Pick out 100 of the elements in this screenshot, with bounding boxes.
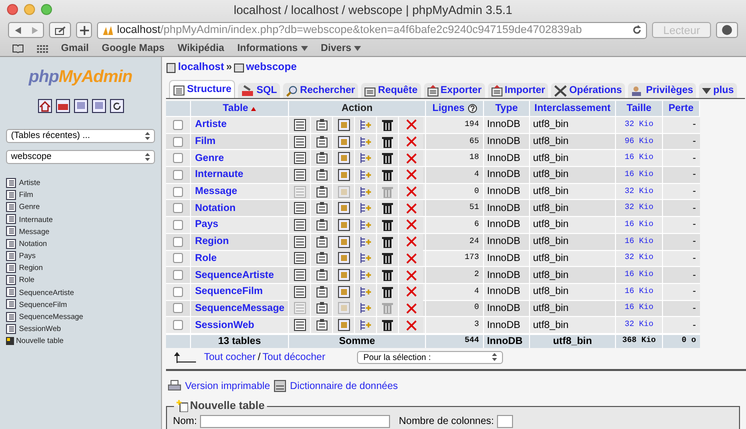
trash-icon[interactable] — [382, 168, 393, 181]
browse-icon[interactable] — [294, 218, 306, 231]
drop-icon[interactable] — [406, 286, 416, 298]
insert-icon[interactable] — [359, 202, 372, 214]
close-icon[interactable] — [7, 4, 18, 15]
drop-icon[interactable] — [406, 320, 416, 331]
drop-icon[interactable] — [406, 186, 416, 198]
breadcrumb-link[interactable]: localhost — [178, 60, 224, 76]
table-name-link[interactable]: Pays — [195, 217, 218, 232]
structure-icon[interactable] — [316, 319, 328, 332]
browse-icon[interactable] — [294, 319, 306, 332]
table-icon[interactable] — [6, 226, 16, 236]
size-link[interactable]: 96 Kio — [624, 136, 654, 148]
size-link[interactable]: 32 Kio — [624, 319, 654, 332]
table-name-link[interactable]: Region — [195, 234, 229, 250]
drop-icon[interactable] — [406, 270, 416, 281]
structure-icon[interactable] — [316, 269, 328, 282]
row-checkbox[interactable] — [173, 303, 183, 314]
table-icon[interactable] — [6, 202, 16, 212]
trash-icon[interactable] — [382, 252, 393, 264]
tab[interactable]: plus — [699, 83, 737, 98]
row-checkbox[interactable] — [173, 120, 183, 130]
row-checkbox[interactable] — [173, 286, 183, 297]
browse-icon[interactable] — [294, 202, 306, 214]
row-checkbox[interactable] — [173, 136, 183, 147]
add-button[interactable] — [76, 22, 92, 38]
table-icon[interactable] — [6, 324, 16, 334]
tab[interactable]: Rechercher — [283, 83, 358, 98]
drop-icon[interactable] — [406, 252, 416, 264]
table-icon[interactable] — [6, 287, 16, 298]
tab[interactable]: Opérations — [551, 83, 625, 98]
table-icon[interactable] — [6, 190, 16, 200]
table-name-link[interactable]: Artiste — [195, 117, 227, 132]
insert-icon[interactable] — [359, 118, 372, 131]
tab[interactable]: Exporter — [424, 83, 485, 98]
trash-icon[interactable] — [382, 236, 393, 248]
structure-icon[interactable] — [316, 202, 328, 214]
drop-icon[interactable] — [406, 152, 416, 164]
input-field[interactable] — [496, 415, 513, 428]
back-icon[interactable] — [14, 26, 20, 34]
with-selected-select[interactable]: Pour la sélection : — [357, 350, 504, 364]
downloads-button[interactable] — [716, 22, 738, 38]
trash-icon[interactable] — [382, 136, 393, 148]
browse-icon[interactable] — [294, 118, 306, 131]
size-link[interactable]: 32 Kio — [624, 186, 654, 198]
row-checkbox[interactable] — [173, 203, 183, 214]
uncheck-all-link[interactable]: Tout décocher — [262, 350, 326, 365]
drop-icon[interactable] — [406, 302, 416, 314]
size-link[interactable]: 16 Kio — [624, 152, 654, 164]
input-field[interactable] — [200, 415, 390, 428]
table-name-link[interactable]: Notation — [195, 200, 236, 216]
column-header[interactable]: Interclassement — [534, 101, 611, 116]
browse-icon[interactable] — [294, 236, 306, 248]
insert-icon[interactable] — [359, 319, 372, 332]
table-icon[interactable] — [6, 312, 16, 322]
table-name-link[interactable]: SessionWeb — [195, 318, 254, 333]
tab[interactable]: Importer — [488, 83, 548, 98]
bookmark-item[interactable]: Google Maps — [102, 41, 165, 56]
tab[interactable]: Privilèges — [628, 83, 696, 98]
database-select[interactable]: webscope — [6, 150, 155, 164]
trash-icon[interactable] — [382, 118, 393, 131]
trash-icon[interactable] — [382, 218, 393, 231]
drop-icon[interactable] — [406, 136, 416, 148]
row-checkbox[interactable] — [173, 220, 183, 230]
dictionary-link[interactable]: Dictionnaire de données — [290, 378, 398, 394]
structure-icon[interactable] — [316, 168, 328, 181]
new-table-icon[interactable] — [6, 336, 14, 345]
structure-icon[interactable] — [316, 186, 328, 198]
insert-icon[interactable] — [359, 286, 372, 298]
table-name-link[interactable]: SequenceFilm — [195, 284, 263, 300]
table-name-link[interactable]: Internaute — [195, 167, 244, 182]
drop-icon[interactable] — [406, 219, 416, 230]
table-icon[interactable] — [6, 262, 16, 273]
table-icon[interactable] — [6, 275, 16, 286]
size-link[interactable]: 16 Kio — [624, 218, 654, 231]
row-checkbox[interactable] — [173, 153, 183, 164]
size-link[interactable]: 32 Kio — [624, 252, 654, 264]
size-link[interactable]: 32 Kio — [624, 202, 654, 214]
row-checkbox[interactable] — [173, 236, 183, 247]
grid-icon[interactable] — [37, 44, 48, 52]
column-header[interactable]: Type — [495, 101, 518, 116]
browse-icon[interactable] — [294, 168, 306, 181]
reload-icon[interactable] — [110, 98, 124, 112]
bookmark-item[interactable]: Informations — [237, 41, 298, 56]
size-link[interactable]: 16 Kio — [624, 168, 654, 181]
home-icon[interactable] — [38, 98, 52, 112]
print-link[interactable]: Version imprimable — [185, 378, 270, 394]
tab[interactable]: SQL — [238, 83, 280, 98]
size-link[interactable]: 16 Kio — [624, 286, 654, 298]
structure-icon[interactable] — [316, 136, 328, 148]
structure-icon[interactable] — [316, 152, 328, 164]
insert-icon[interactable] — [359, 218, 372, 231]
table-icon[interactable] — [6, 214, 16, 224]
check-all-link[interactable]: Tout cocher — [204, 350, 256, 365]
bookmark-item[interactable]: Wikipédia — [178, 41, 224, 56]
insert-icon[interactable] — [359, 186, 372, 198]
breadcrumb-link[interactable]: webscope — [246, 60, 297, 76]
tab[interactable]: Requête — [361, 83, 420, 98]
structure-icon[interactable] — [316, 236, 328, 248]
row-checkbox[interactable] — [173, 170, 183, 180]
